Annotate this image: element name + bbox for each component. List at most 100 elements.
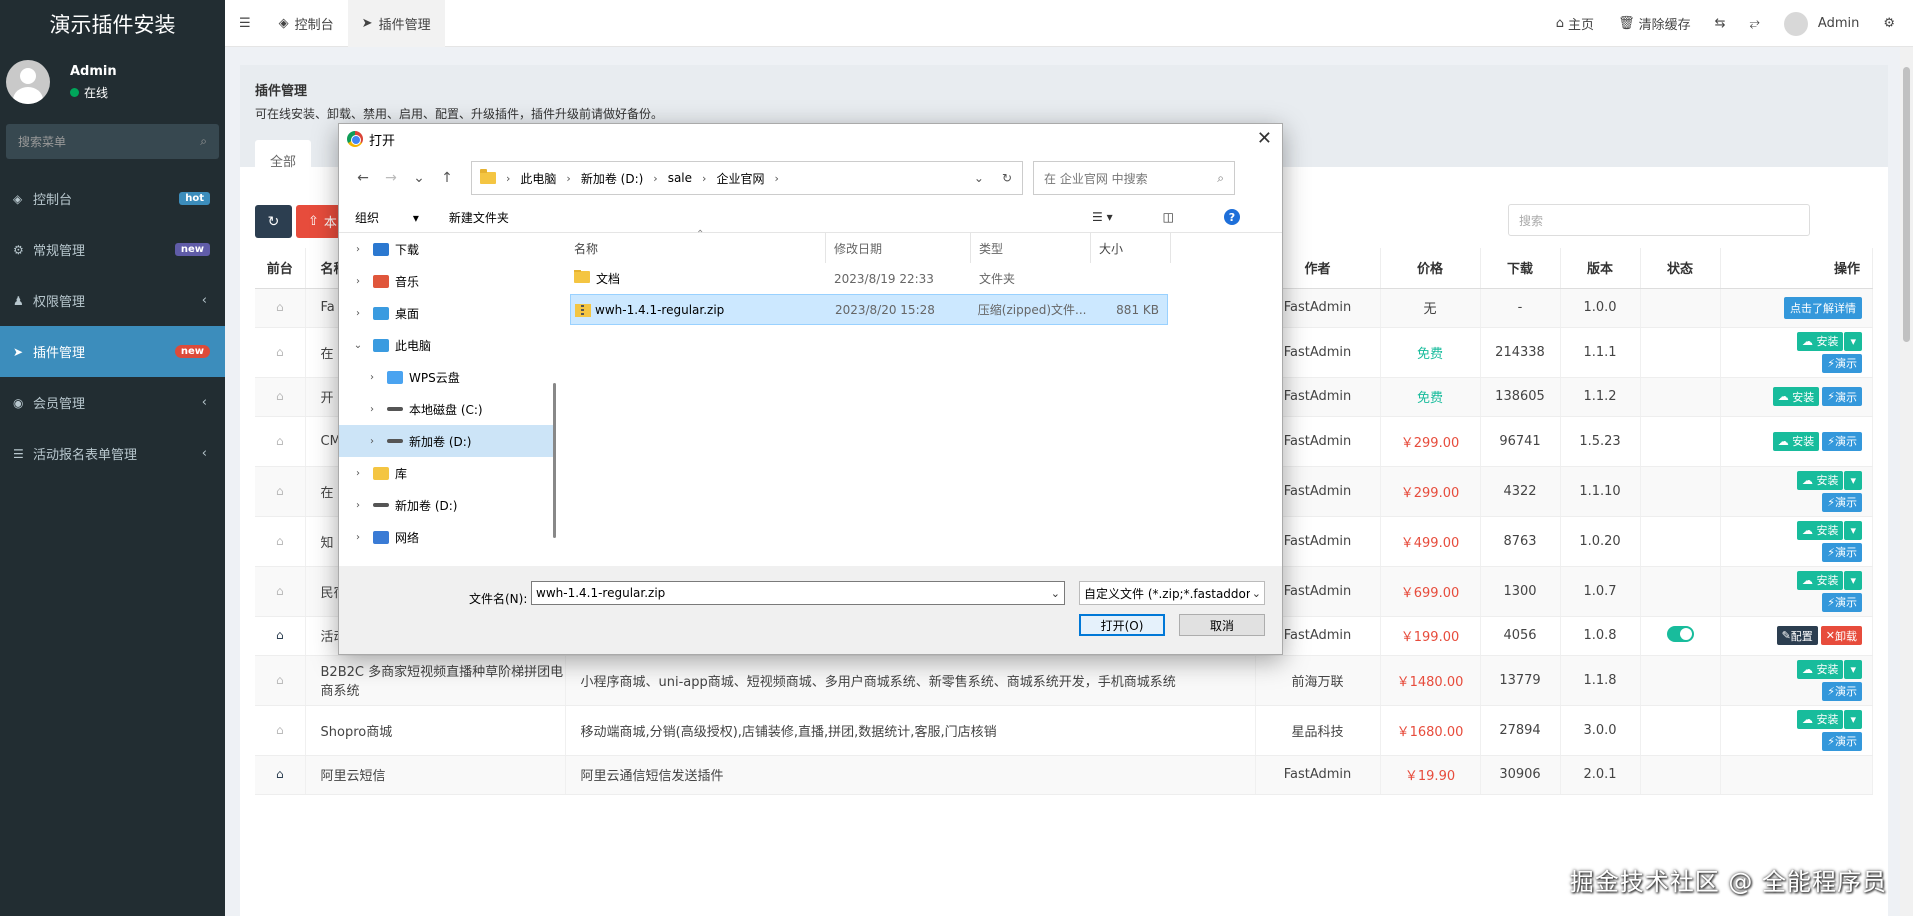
- col-header-version[interactable]: 版本: [1560, 248, 1641, 289]
- chevron-down-icon[interactable]: ⌄: [351, 340, 365, 351]
- chevron-right-icon[interactable]: ›: [351, 244, 365, 255]
- home-icon[interactable]: ⌂: [276, 628, 284, 642]
- home-icon[interactable]: ⌂: [276, 345, 284, 359]
- app-logo[interactable]: 演示插件安装: [0, 0, 225, 47]
- tree-item[interactable]: ⌄ 此电脑: [339, 329, 555, 361]
- chevron-right-icon[interactable]: ›: [351, 532, 365, 543]
- dialog-search-input[interactable]: 在 企业官网 中搜索 ⌕: [1033, 161, 1235, 195]
- tab-dashboard[interactable]: ◈ 控制台: [265, 0, 348, 47]
- install-button[interactable]: ☁ 安装: [1772, 387, 1820, 406]
- preview-pane-icon[interactable]: ◫: [1163, 210, 1174, 224]
- install-dropdown-toggle[interactable]: ▾: [1844, 709, 1862, 729]
- view-options-icon[interactable]: ☰ ▾: [1092, 210, 1113, 224]
- search-icon[interactable]: ⌕: [200, 134, 207, 149]
- install-button[interactable]: ☁ 安装: [1796, 520, 1844, 540]
- install-dropdown-toggle[interactable]: ▾: [1844, 470, 1862, 490]
- tree-item[interactable]: › 库: [339, 457, 555, 489]
- install-button[interactable]: ☁ 安装: [1796, 331, 1844, 351]
- plugin-author[interactable]: FastAdmin: [1255, 755, 1381, 795]
- tree-item[interactable]: › 桌面: [339, 297, 555, 329]
- plugin-author[interactable]: 星品科技: [1255, 705, 1381, 756]
- open-button[interactable]: 打开(O): [1079, 614, 1165, 636]
- new-folder-button[interactable]: 新建文件夹: [449, 209, 509, 226]
- recent-dropdown-icon[interactable]: ⌄: [405, 170, 433, 186]
- cancel-button[interactable]: 取消: [1179, 614, 1265, 636]
- tree-item[interactable]: › 网络: [339, 521, 555, 553]
- demo-button[interactable]: ⚡ 演示: [1822, 731, 1862, 751]
- demo-button[interactable]: ⚡ 演示: [1822, 431, 1862, 451]
- demo-button[interactable]: ⚡ 演示: [1822, 353, 1862, 373]
- demo-button[interactable]: ⚡ 演示: [1822, 387, 1862, 406]
- chevron-right-icon[interactable]: ›: [351, 276, 365, 287]
- forward-arrow-icon[interactable]: →: [377, 170, 405, 186]
- back-arrow-icon[interactable]: ←: [349, 170, 377, 186]
- menu-toggle-icon[interactable]: ☰: [225, 0, 265, 47]
- clear-cache-button[interactable]: 🗑 清除缓存: [1606, 0, 1703, 47]
- tree-item[interactable]: › 新加卷 (D:): [339, 489, 555, 521]
- install-button[interactable]: ☁ 安装: [1772, 431, 1820, 451]
- demo-button[interactable]: ⚡ 演示: [1822, 592, 1862, 612]
- config-button[interactable]: ✎ 配置: [1776, 626, 1818, 645]
- help-icon[interactable]: ?: [1224, 209, 1240, 225]
- status-toggle[interactable]: [1666, 625, 1694, 642]
- home-icon[interactable]: ⌂: [276, 389, 284, 403]
- col-header-size[interactable]: 大小: [1091, 233, 1171, 263]
- table-search-input[interactable]: 搜索: [1508, 204, 1810, 236]
- close-icon[interactable]: ✕: [1257, 128, 1272, 149]
- fullscreen-icon[interactable]: ⥂: [1738, 0, 1772, 47]
- breadcrumb-item[interactable]: sale: [668, 171, 692, 185]
- page-scrollbar[interactable]: [1900, 47, 1913, 916]
- up-arrow-icon[interactable]: ↑: [433, 170, 461, 186]
- sidebar-item-event-forms[interactable]: ☰ 活动报名表单管理 ‹: [0, 428, 225, 479]
- settings-icon[interactable]: ⚙: [1871, 0, 1913, 47]
- col-header-downloads[interactable]: 下载: [1480, 248, 1561, 289]
- language-icon[interactable]: ⇆: [1703, 0, 1738, 47]
- install-dropdown-toggle[interactable]: ▾: [1844, 520, 1862, 540]
- user-menu[interactable]: Admin: [1772, 0, 1871, 47]
- tree-item[interactable]: › WPS云盘: [339, 361, 555, 393]
- breadcrumb-item[interactable]: 新加卷 (D:): [581, 170, 643, 187]
- sidebar-item-members[interactable]: ◉ 会员管理 ‹: [0, 377, 225, 428]
- col-header-frontend[interactable]: 前台: [255, 248, 306, 289]
- install-dropdown-toggle[interactable]: ▾: [1844, 331, 1862, 351]
- chevron-right-icon[interactable]: ›: [365, 372, 379, 383]
- tree-item[interactable]: › 音乐: [339, 265, 555, 297]
- refresh-icon[interactable]: ↻: [1002, 171, 1012, 185]
- col-header-date[interactable]: 修改日期: [826, 233, 971, 263]
- home-icon[interactable]: ⌂: [276, 534, 284, 548]
- install-dropdown-toggle[interactable]: ▾: [1844, 659, 1862, 679]
- install-button[interactable]: ☁ 安装: [1796, 659, 1844, 679]
- chevron-down-icon[interactable]: ⌄: [974, 171, 984, 185]
- tab-all[interactable]: 全部: [255, 140, 312, 180]
- install-dropdown-toggle[interactable]: ▾: [1844, 570, 1862, 590]
- detail-button[interactable]: 点击了解详情: [1784, 296, 1862, 319]
- home-icon[interactable]: ⌂: [276, 767, 284, 781]
- tree-item[interactable]: › 下载: [339, 233, 555, 265]
- demo-button[interactable]: ⚡ 演示: [1822, 492, 1862, 512]
- install-button[interactable]: ☁ 安装: [1796, 709, 1844, 729]
- chevron-right-icon[interactable]: ›: [351, 308, 365, 319]
- tree-item[interactable]: › 新加卷 (D:): [339, 425, 555, 457]
- chevron-down-icon[interactable]: ⌄: [1051, 587, 1060, 600]
- install-button[interactable]: ☁ 安装: [1796, 570, 1844, 590]
- sidebar-item-plugins[interactable]: ➤ 插件管理 new: [0, 326, 225, 377]
- filename-input[interactable]: wwh-1.4.1-regular.zip ⌄: [531, 581, 1065, 605]
- tab-plugins[interactable]: ➤ 插件管理: [347, 0, 445, 47]
- refresh-button[interactable]: ↻: [255, 205, 292, 238]
- tree-item[interactable]: › 本地磁盘 (C:): [339, 393, 555, 425]
- sidebar-item-general[interactable]: ⚙ 常规管理 new: [0, 224, 225, 275]
- breadcrumb-item[interactable]: 企业官网: [716, 170, 764, 187]
- organize-menu[interactable]: 组织 ▾: [355, 209, 419, 226]
- address-bar[interactable]: › 此电脑 › 新加卷 (D:) › sale › 企业官网 › ⌄ ↻: [471, 161, 1023, 195]
- uninstall-button[interactable]: ✕ 卸载: [1820, 626, 1862, 645]
- demo-button[interactable]: ⚡ 演示: [1822, 542, 1862, 562]
- chevron-right-icon[interactable]: ›: [351, 468, 365, 479]
- chevron-right-icon[interactable]: ›: [365, 404, 379, 415]
- home-icon[interactable]: ⌂: [276, 584, 284, 598]
- col-header-price[interactable]: 价格: [1380, 248, 1481, 289]
- tree-scrollbar[interactable]: [553, 383, 556, 538]
- plugin-author[interactable]: 前海万联: [1255, 655, 1381, 706]
- install-button[interactable]: ☁ 安装: [1796, 470, 1844, 490]
- home-icon[interactable]: ⌂: [276, 673, 284, 687]
- chevron-right-icon[interactable]: ›: [351, 500, 365, 511]
